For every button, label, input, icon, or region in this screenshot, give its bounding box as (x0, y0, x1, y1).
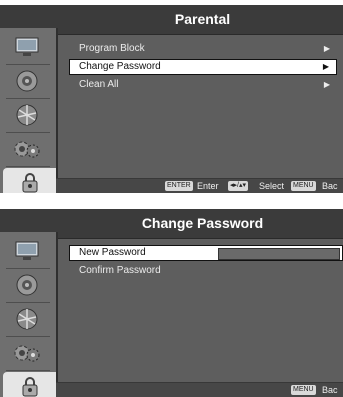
menu-item-label: Clean All (79, 79, 119, 90)
arrow-right-icon: ▶ (323, 44, 330, 53)
back-hint: Bac (322, 181, 338, 191)
menu-item-clean-all[interactable]: Clean All ▶ (62, 77, 343, 93)
change-password-panel: Change Password New Password Confirm Pas… (0, 209, 343, 397)
lock-icon[interactable] (3, 168, 56, 193)
menu-title: Change Password (141, 215, 264, 231)
menu-item-label: Program Block (79, 43, 145, 54)
key-hint-bar: MENU Bac (56, 382, 343, 397)
setup-icon[interactable] (3, 338, 51, 368)
lock-icon[interactable] (3, 372, 56, 397)
menu-item-label: Confirm Password (79, 265, 161, 276)
menu-item-change-password[interactable]: Change Password ▶ (69, 59, 337, 75)
menu-key-badge: MENU (291, 181, 316, 191)
arrows-key-badge: ◂▸/▴▾ (228, 181, 248, 191)
enter-key-badge: ENTER (165, 181, 193, 191)
select-hint: Select (259, 181, 285, 191)
menu-item-program-block[interactable]: Program Block ▶ (62, 41, 343, 57)
category-sidebar (0, 28, 58, 193)
category-sidebar (0, 232, 58, 397)
menu-item-label: New Password (79, 247, 146, 258)
change-password-list: New Password Confirm Password (62, 245, 343, 281)
arrow-right-icon: ▶ (323, 80, 330, 89)
picture-icon[interactable] (3, 32, 51, 62)
parental-menu-panel: Parental Program Block ▶ Change Password… (0, 5, 343, 193)
enter-hint: Enter (197, 181, 219, 191)
new-password-row[interactable]: New Password (69, 245, 343, 261)
parental-menu-list: Program Block ▶ Change Password ▶ Clean … (62, 41, 343, 95)
menu-key-badge: MENU (291, 385, 316, 395)
picture-icon[interactable] (3, 236, 51, 266)
menu-item-label: Change Password (79, 61, 161, 72)
back-hint: Bac (322, 385, 338, 395)
menu-title: Parental (174, 11, 231, 27)
confirm-password-row[interactable]: Confirm Password (62, 263, 343, 279)
key-hint-bar: ENTER Enter ◂▸/▴▾ Select MENU Bac (56, 178, 343, 193)
arrow-right-icon: ▶ (322, 62, 329, 71)
channel-icon[interactable] (3, 304, 51, 334)
sound-icon[interactable] (3, 66, 51, 96)
setup-icon[interactable] (3, 134, 51, 164)
channel-icon[interactable] (3, 100, 51, 130)
new-password-field[interactable] (218, 248, 340, 260)
sound-icon[interactable] (3, 270, 51, 300)
